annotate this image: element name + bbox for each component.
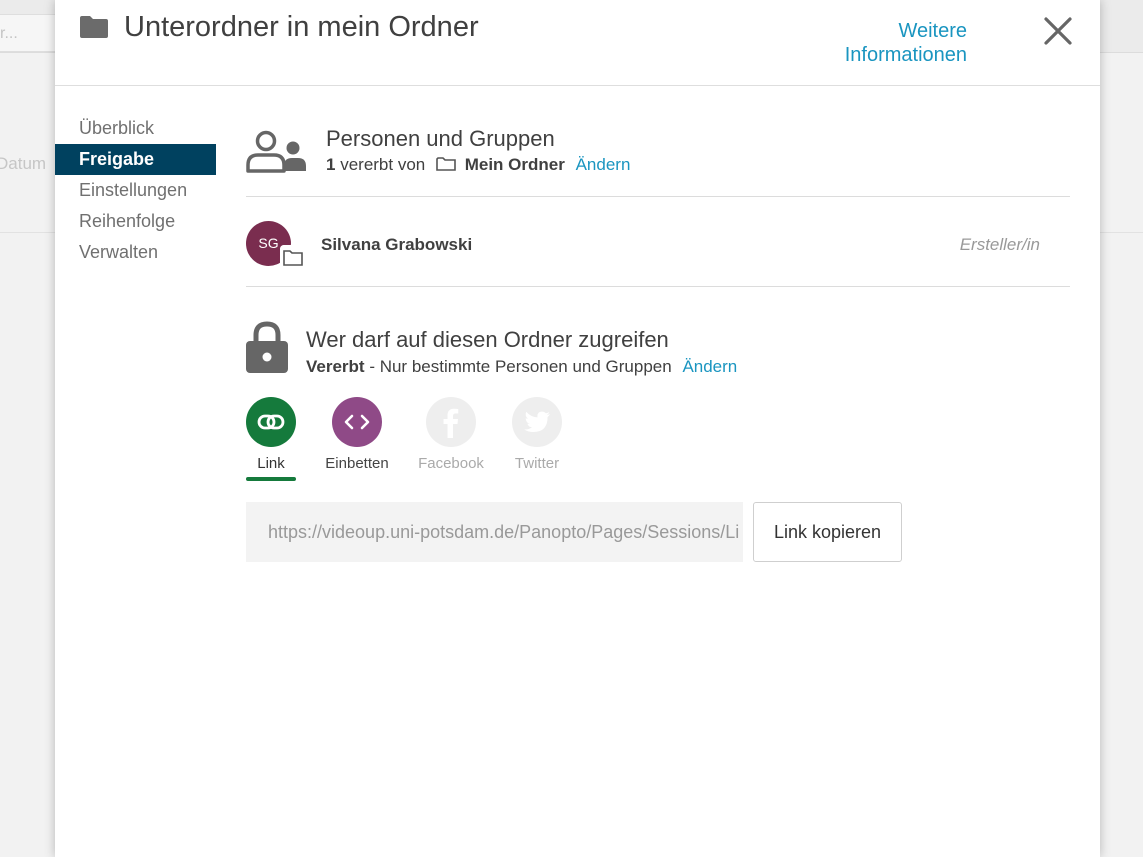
user-role: Ersteller/in	[959, 235, 1040, 254]
user-name: Silvana Grabowski	[321, 235, 473, 254]
copy-link-button[interactable]: Link kopieren	[753, 502, 902, 562]
access-separator: -	[364, 357, 380, 376]
folder-icon	[80, 16, 108, 38]
link-icon	[246, 397, 296, 447]
nav-item-settings[interactable]: Einstellungen	[55, 175, 216, 206]
access-text: Nur bestimmte Personen und Gruppen	[379, 357, 672, 376]
background-column-datum: Datum	[0, 154, 47, 173]
folder-badge-icon	[280, 245, 306, 269]
close-icon[interactable]	[1043, 16, 1073, 46]
tab-embed-label: Einbetten	[325, 455, 389, 472]
tab-link-label: Link	[257, 455, 285, 472]
nav-item-manage[interactable]: Verwalten	[55, 237, 216, 268]
folder-outline-icon	[436, 157, 456, 171]
twitter-icon	[512, 397, 562, 447]
facebook-icon	[426, 397, 476, 447]
nav-item-overview[interactable]: Überblick	[55, 113, 216, 144]
parent-folder-name: Mein Ordner	[464, 155, 565, 174]
tab-twitter-label: Twitter	[514, 455, 560, 472]
modal-header: Unterordner in mein Ordner Weitere Infor…	[55, 0, 1100, 86]
tab-facebook[interactable]: Facebook	[406, 397, 496, 472]
settings-nav: Überblick Freigabe Einstellungen Reihenf…	[55, 113, 216, 268]
people-icon	[246, 130, 306, 173]
folder-settings-modal: Unterordner in mein Ordner Weitere Infor…	[55, 0, 1100, 857]
access-section-title: Wer darf auf diesen Ordner zugreifen	[306, 327, 669, 352]
share-url-field[interactable]: https://videoup.uni-potsdam.de/Panopto/P…	[246, 502, 743, 562]
access-change-link[interactable]: Ändern	[682, 357, 737, 376]
active-tab-indicator	[246, 477, 296, 481]
nav-item-order[interactable]: Reihenfolge	[55, 206, 216, 237]
access-mode: Vererbt	[306, 357, 365, 376]
access-description: Vererbt - Nur bestimmte Personen und Gru…	[306, 357, 737, 377]
people-section-title: Personen und Gruppen	[326, 126, 555, 151]
inherited-text: vererbt von	[340, 155, 426, 174]
background-search-input[interactable]: r...	[0, 14, 57, 52]
nav-item-sharing[interactable]: Freigabe	[55, 144, 216, 175]
modal-title: Unterordner in mein Ordner	[124, 11, 479, 43]
people-inheritance: 1 vererbt von Mein Ordner Ändern	[326, 155, 630, 175]
tab-embed[interactable]: Einbetten	[312, 397, 402, 472]
more-info-link[interactable]: Weitere Informationen	[815, 19, 967, 67]
tab-facebook-label: Facebook	[418, 455, 484, 472]
tab-link[interactable]: Link	[226, 397, 316, 472]
embed-icon	[332, 397, 382, 447]
background-search-placeholder: r...	[0, 25, 18, 42]
divider	[246, 286, 1070, 287]
people-count: 1	[326, 155, 336, 174]
tab-twitter[interactable]: Twitter	[492, 397, 582, 472]
lock-icon	[246, 321, 288, 373]
people-change-link[interactable]: Ändern	[576, 155, 631, 174]
divider	[246, 196, 1070, 197]
